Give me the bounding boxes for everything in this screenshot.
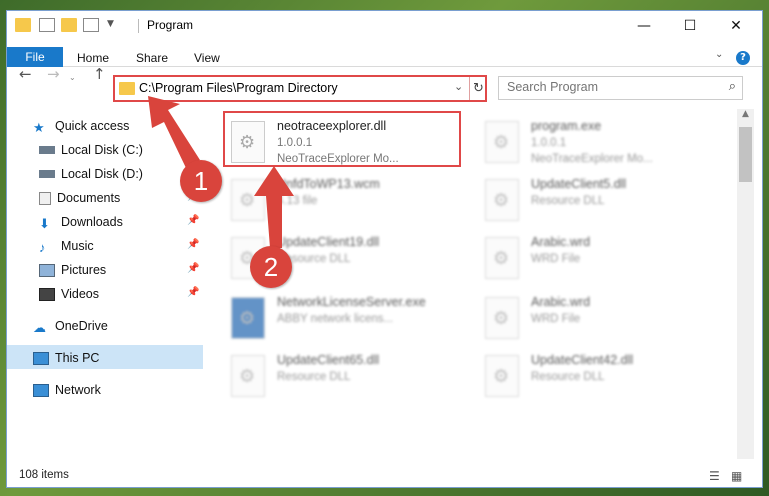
arrow-2 <box>254 166 294 248</box>
arrow-1 <box>148 96 200 168</box>
step-badge-2: 2 <box>250 246 292 288</box>
step-badge-1: 1 <box>180 160 222 202</box>
annotation-arrows <box>148 96 294 248</box>
